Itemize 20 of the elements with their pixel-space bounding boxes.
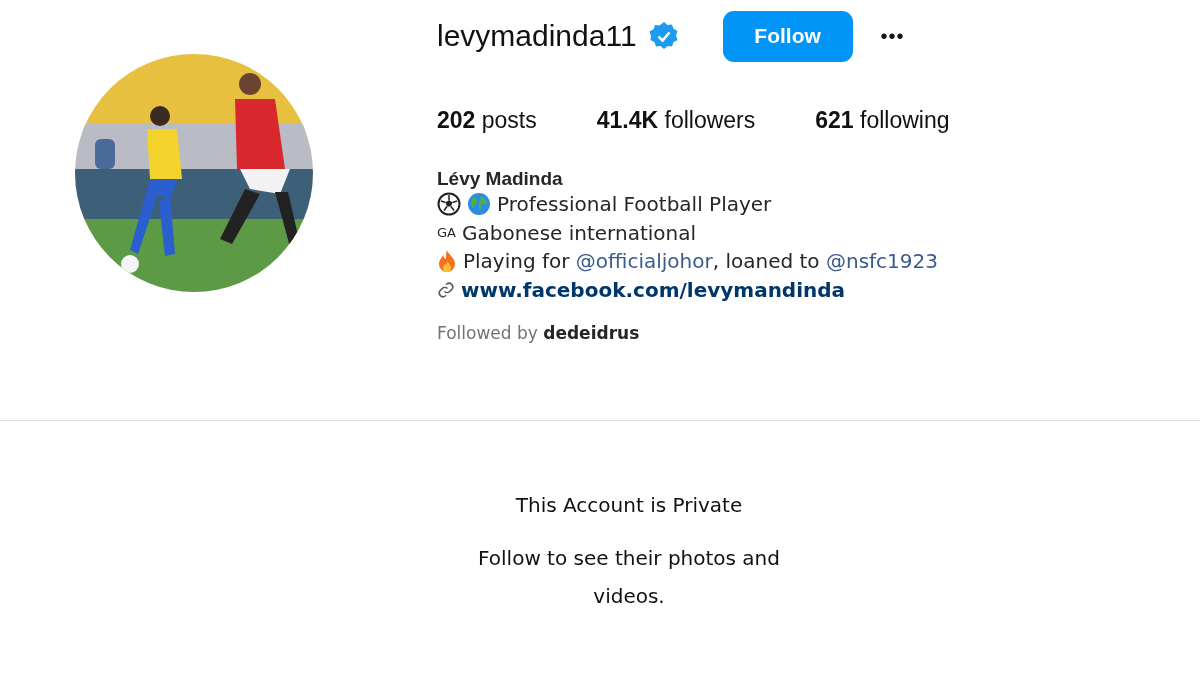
globe-icon bbox=[467, 192, 491, 217]
full-name: Lévy Madinda bbox=[437, 168, 564, 190]
more-options-button[interactable]: ••• bbox=[880, 24, 905, 48]
username: levymadinda11 bbox=[437, 19, 637, 53]
profile-stat[interactable]: 41.4K followers bbox=[596, 107, 756, 134]
bio-text: Playing for @officialjohor, loaned to @nsfc1923 bbox=[463, 249, 938, 274]
bio-text: Professional Football Player bbox=[497, 192, 772, 217]
mention-link[interactable]: @officialjohor bbox=[575, 249, 713, 274]
soccer-ball-icon bbox=[437, 192, 461, 217]
followed-by-text: Followed by dedeidrus bbox=[437, 323, 641, 343]
profile-stat[interactable]: 202 posts bbox=[437, 107, 537, 134]
flame-icon bbox=[437, 249, 457, 274]
private-account-message: Follow to see their photos and videos. bbox=[477, 545, 781, 610]
website-link[interactable]: www.facebook.com/levymandinda bbox=[461, 277, 846, 302]
profile-stat[interactable]: 621 following bbox=[815, 107, 950, 134]
private-account-title: This Account is Private bbox=[515, 493, 743, 517]
bio-text: Gabonese international bbox=[461, 220, 697, 245]
link-icon bbox=[437, 280, 455, 299]
mention-link[interactable]: @nsfc1923 bbox=[825, 249, 938, 274]
country-code: GA bbox=[437, 225, 456, 241]
